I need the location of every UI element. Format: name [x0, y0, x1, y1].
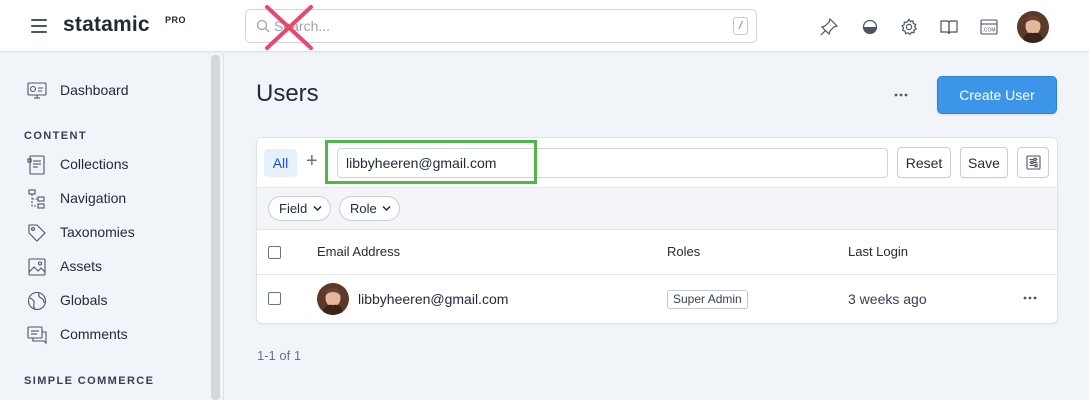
pin-icon[interactable]	[819, 17, 839, 37]
pill-label: Field	[279, 201, 308, 216]
reset-button[interactable]: Reset	[897, 147, 951, 178]
collections-icon	[27, 155, 45, 175]
search-shortcut-hint: /	[733, 17, 748, 35]
sidebar-item-label: Collections	[60, 156, 129, 172]
tab-all[interactable]: All	[264, 149, 297, 177]
brand-logo[interactable]: statamic	[63, 13, 150, 37]
create-user-button[interactable]: Create User	[937, 76, 1057, 114]
sidebar-section-content: CONTENT	[24, 130, 87, 142]
users-table-card: All + Reset Save Field Role Email Addres…	[256, 137, 1058, 324]
filter-bar: All + Reset Save	[257, 138, 1057, 188]
pagination-summary: 1-1 of 1	[257, 348, 302, 363]
sidebar-item-comments[interactable]: Comments	[26, 324, 128, 346]
column-header-last-login[interactable]: Last Login	[848, 244, 908, 259]
search-input[interactable]	[274, 16, 714, 36]
filter-search-input[interactable]	[337, 148, 888, 178]
filter-pills-bar: Field Role	[257, 188, 1057, 230]
brand-tier-badge: PRO	[165, 15, 187, 25]
sidebar-scrollbar[interactable]	[211, 55, 220, 400]
avatar	[317, 283, 349, 315]
sidebar-item-label: Dashboard	[60, 82, 129, 98]
pill-label: Role	[350, 201, 377, 216]
book-icon[interactable]	[939, 17, 959, 37]
contrast-icon[interactable]	[860, 17, 880, 37]
assets-icon	[28, 258, 46, 276]
last-login-value: 3 weeks ago	[848, 291, 927, 307]
gear-icon[interactable]	[899, 17, 919, 37]
user-avatar[interactable]	[1017, 11, 1049, 43]
field-filter-pill[interactable]: Field	[268, 196, 331, 221]
sidebar-item-label: Globals	[60, 292, 108, 308]
column-header-email[interactable]: Email Address	[317, 244, 400, 259]
row-select-checkbox[interactable]	[268, 292, 281, 305]
sidebar-item-collections[interactable]: Collections	[26, 154, 128, 176]
comments-icon	[27, 326, 47, 345]
sidebar-item-label: Taxonomies	[60, 224, 135, 240]
select-all-checkbox[interactable]	[268, 246, 281, 259]
table-header: Email Address Roles Last Login	[257, 230, 1057, 275]
sidebar-item-label: Navigation	[60, 190, 127, 206]
chevron-down-icon	[313, 205, 322, 212]
globe-icon	[27, 291, 47, 311]
user-email-link[interactable]: libbyheeren@gmail.com	[358, 291, 508, 307]
dashboard-icon	[27, 82, 47, 99]
chevron-down-icon	[382, 205, 391, 212]
sidebar-item-label: Assets	[60, 258, 103, 274]
column-header-roles[interactable]: Roles	[667, 244, 700, 259]
top-bar: statamic PRO / .COM	[0, 0, 1089, 52]
sidebar-item-globals[interactable]: Globals	[26, 290, 107, 312]
sidebar-section-simple-commerce: SIMPLE COMMERCE	[24, 375, 155, 387]
sidebar-item-taxonomies[interactable]: Taxonomies	[26, 222, 135, 244]
svg-text:.COM: .COM	[982, 28, 995, 34]
more-actions-icon[interactable]	[890, 86, 912, 104]
column-settings-button[interactable]	[1017, 147, 1049, 178]
menu-toggle-icon[interactable]	[31, 19, 47, 33]
page-title: Users	[256, 80, 319, 107]
table-row: libbyheeren@gmail.com Super Admin 3 week…	[257, 275, 1057, 323]
role-badge: Super Admin	[667, 290, 748, 309]
sidebar-item-label: Comments	[60, 326, 128, 342]
navigation-icon	[28, 189, 45, 209]
role-filter-pill[interactable]: Role	[339, 196, 400, 221]
global-search[interactable]: /	[245, 9, 757, 43]
sliders-icon	[1026, 155, 1041, 170]
tag-icon	[28, 224, 46, 242]
site-icon[interactable]: .COM	[979, 17, 999, 37]
add-filter-tab-button[interactable]: +	[306, 151, 318, 171]
sidebar-item-navigation[interactable]: Navigation	[26, 188, 126, 210]
search-icon	[256, 19, 270, 33]
row-actions-icon[interactable]	[1020, 291, 1040, 305]
sidebar-item-assets[interactable]: Assets	[26, 256, 102, 278]
save-button[interactable]: Save	[960, 147, 1008, 178]
sidebar-item-dashboard[interactable]: Dashboard	[26, 80, 129, 102]
